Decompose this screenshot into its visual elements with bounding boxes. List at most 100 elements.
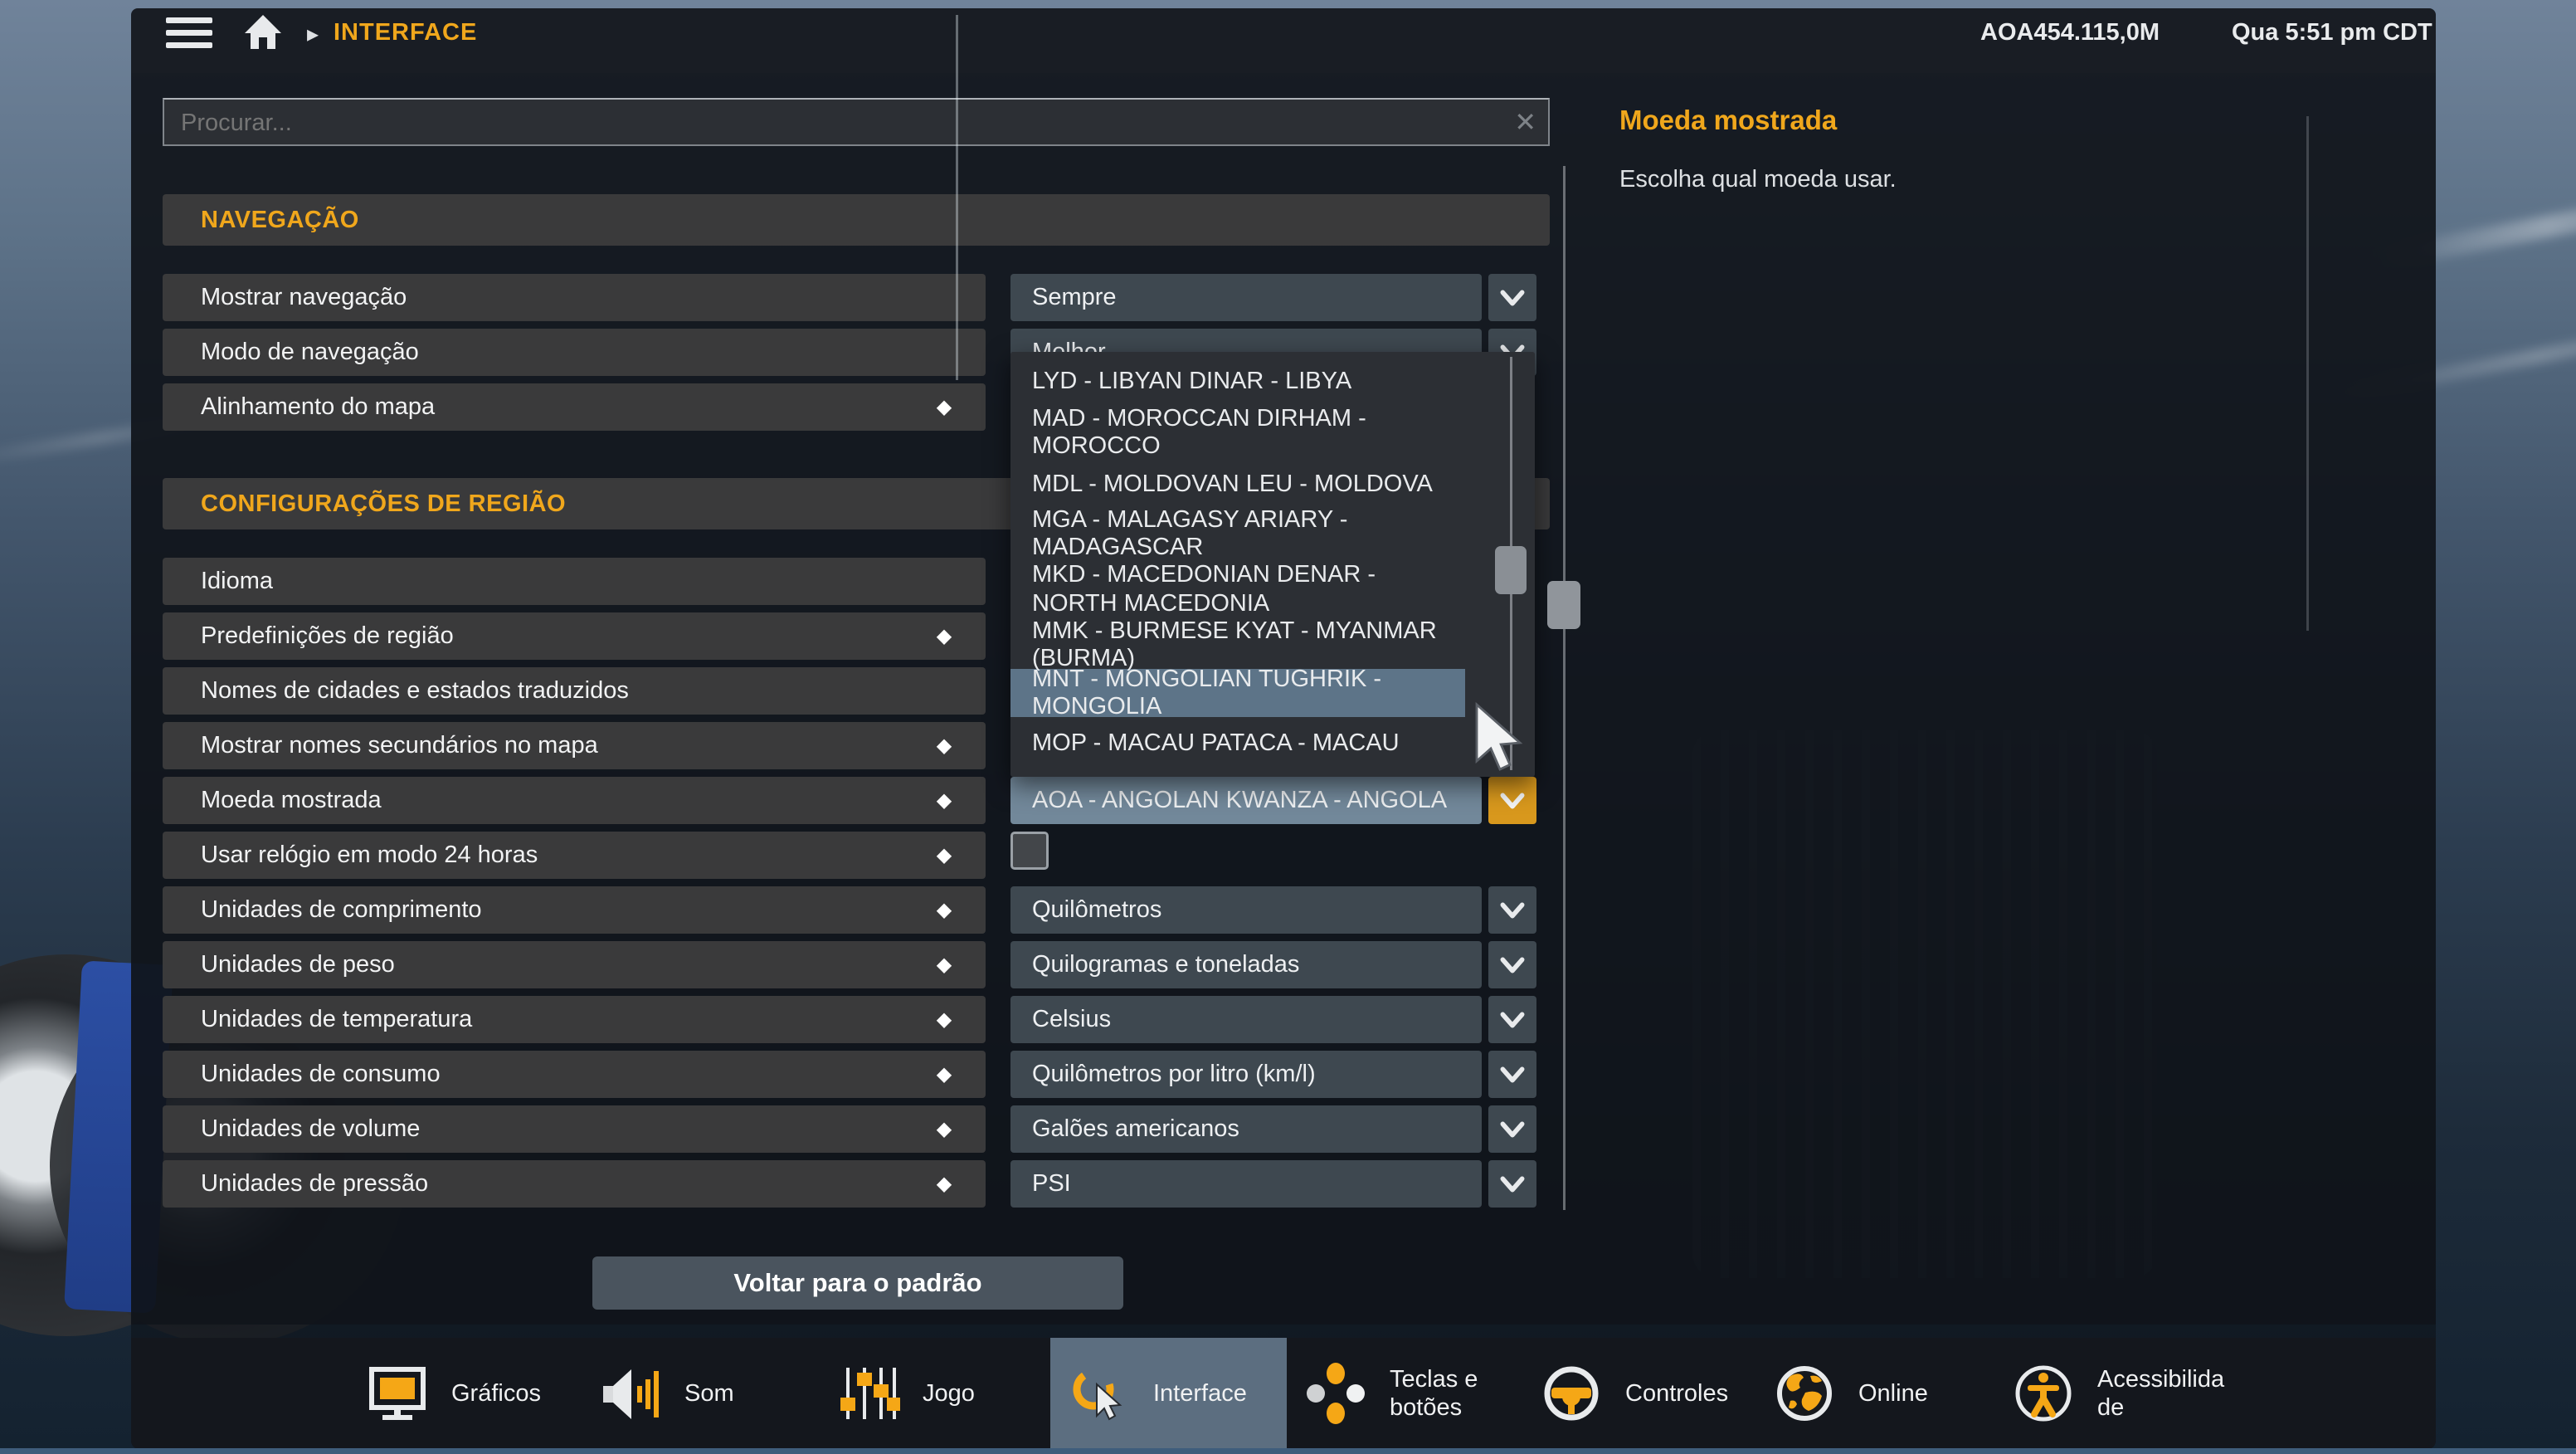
temp-units-select[interactable]: Celsius	[1010, 996, 1482, 1043]
setting-label-24h-clock[interactable]: Usar relógio em modo 24 horas	[163, 832, 986, 879]
currency-option[interactable]: LYD - LIBYAN DINAR - LIBYA	[1010, 355, 1465, 407]
chevron-down-icon	[1500, 902, 1525, 918]
diamond-icon: ◆	[936, 1063, 952, 1086]
diamond-icon: ◆	[936, 954, 952, 976]
setting-label-volume-units[interactable]: Unidades de volume	[163, 1105, 986, 1153]
select-value: Celsius	[1032, 1006, 1112, 1032]
setting-label-region-presets[interactable]: Predefinições de região	[163, 612, 986, 660]
diamond-icon: ◆	[936, 899, 952, 921]
weight-units-select[interactable]: Quilogramas e toneladas	[1010, 941, 1482, 988]
setting-label-text: Unidades de comprimento	[201, 896, 482, 923]
currency-option[interactable]: MKD - MACEDONIAN DENAR - NORTH MACEDONIA	[1010, 558, 1465, 621]
page-scrollbar-track[interactable]	[1563, 166, 1566, 1210]
tab-som[interactable]: Som	[598, 1338, 734, 1449]
tab-online[interactable]: Online	[1772, 1338, 1928, 1449]
setting-label-weight-units[interactable]: Unidades de peso	[163, 941, 986, 988]
setting-label-translated-names[interactable]: Nomes de cidades e estados traduzidos	[163, 667, 986, 715]
diamond-icon: ◆	[936, 1008, 952, 1031]
show-nav-select[interactable]: Sempre	[1010, 274, 1482, 321]
chevron-down-icon	[1500, 290, 1525, 305]
volume-units-select[interactable]: Galões americanos	[1010, 1105, 1482, 1153]
setting-label-language[interactable]: Idioma	[163, 558, 986, 605]
home-button[interactable]	[242, 12, 284, 53]
mouse-cursor	[1475, 701, 1523, 771]
breadcrumb: INTERFACE	[334, 19, 478, 46]
setting-label-text: Unidades de volume	[201, 1115, 421, 1142]
select-value: Sempre	[1032, 284, 1117, 310]
consumption-units-select-button[interactable]	[1488, 1051, 1536, 1098]
tab-label: Som	[684, 1380, 734, 1407]
tab-graficos[interactable]: Gráficos	[365, 1338, 541, 1449]
setting-label-currency[interactable]: Moeda mostrada	[163, 777, 986, 824]
currency-option[interactable]: MGA - MALAGASY ARIARY - MADAGASCAR	[1010, 506, 1465, 560]
setting-label-consumption-units[interactable]: Unidades de consumo	[163, 1051, 986, 1098]
consumption-units-select[interactable]: Quilômetros por litro (km/l)	[1010, 1051, 1482, 1098]
accessibility-icon	[2015, 1365, 2072, 1422]
length-units-select-button[interactable]	[1488, 886, 1536, 934]
setting-label-text: Mostrar navegação	[201, 284, 407, 310]
tab-jogo[interactable]: Jogo	[836, 1338, 975, 1449]
page-scrollbar-thumb[interactable]	[1547, 581, 1580, 629]
diamond-icon: ◆	[936, 734, 952, 757]
length-units-select[interactable]: Quilômetros	[1010, 886, 1482, 934]
currency-option[interactable]: MDL - MOLDOVAN LEU - MOLDOVA	[1010, 458, 1465, 510]
setting-label-text: Unidades de pressão	[201, 1170, 429, 1197]
tab-acessibilidade[interactable]: Acessibilida de	[2011, 1338, 2224, 1449]
chevron-down-icon	[1500, 1176, 1525, 1192]
setting-label-nav-mode[interactable]: Modo de navegação	[163, 329, 986, 376]
diamond-icon: ◆	[936, 789, 952, 812]
cursor-click-icon	[1073, 1369, 1122, 1421]
currency-option[interactable]: MMK - BURMESE KYAT - MYANMAR (BURMA)	[1010, 617, 1465, 671]
currency-option[interactable]: MAD - MOROCCAN DIRHAM - MOROCCO	[1010, 405, 1465, 459]
menu-icon[interactable]	[166, 17, 212, 49]
setting-label-length-units[interactable]: Unidades de comprimento	[163, 886, 986, 934]
setting-label-text: Idioma	[201, 568, 274, 594]
sliders-icon	[840, 1368, 900, 1419]
chevron-down-icon	[1500, 793, 1525, 808]
diamond-icon: ◆	[936, 1173, 952, 1195]
scene-bottom-stripe	[0, 1448, 2576, 1454]
menu-bar	[166, 17, 212, 23]
select-value: Quilômetros	[1032, 896, 1162, 923]
game-datetime: Qua 5:51 pm CDT	[2232, 19, 2432, 46]
antenna-line	[2306, 116, 2309, 631]
currency-option-highlighted[interactable]: MNT - MONGOLIAN TUGHRIK - MONGOLIA	[1010, 666, 1465, 720]
pressure-units-select[interactable]: PSI	[1010, 1160, 1482, 1208]
globe-icon	[1777, 1366, 1832, 1421]
setting-label-text: Unidades de temperatura	[201, 1006, 473, 1032]
volume-units-select-button[interactable]	[1488, 1105, 1536, 1153]
setting-label-secondary-names[interactable]: Mostrar nomes secundários no mapa	[163, 722, 986, 769]
reset-to-default-button[interactable]: Voltar para o padrão	[592, 1256, 1123, 1310]
settings-tab-bar: Gráficos Som Jogo Interface Teclas e bot…	[131, 1338, 2436, 1449]
temp-units-select-button[interactable]	[1488, 996, 1536, 1043]
select-value: AOA - ANGOLAN KWANZA - ANGOLA	[1032, 787, 1448, 813]
tab-interface[interactable]: Interface	[1050, 1338, 1287, 1449]
section-header-navigation: NAVEGAÇÃO	[163, 194, 1550, 246]
setting-label-pressure-units[interactable]: Unidades de pressão	[163, 1160, 986, 1208]
setting-label-temp-units[interactable]: Unidades de temperatura	[163, 996, 986, 1043]
side-panel-description: Escolha qual moeda usar.	[1619, 166, 1897, 193]
setting-label-text: Unidades de peso	[201, 951, 395, 978]
setting-label-text: Unidades de consumo	[201, 1061, 441, 1087]
tab-label: Jogo	[923, 1380, 975, 1407]
show-nav-select-button[interactable]	[1488, 274, 1536, 321]
setting-label-text: Moeda mostrada	[201, 787, 382, 813]
tab-controles[interactable]: Controles	[1539, 1338, 1728, 1449]
clear-search-icon[interactable]: ✕	[1514, 106, 1536, 138]
currency-select[interactable]: AOA - ANGOLAN KWANZA - ANGOLA	[1010, 777, 1482, 824]
speaker-icon	[603, 1369, 659, 1419]
dropdown-scrollbar-thumb[interactable]	[1495, 546, 1527, 594]
search-input[interactable]	[179, 100, 1477, 146]
24h-clock-checkbox[interactable]	[1010, 832, 1049, 870]
setting-label-map-align[interactable]: Alinhamento do mapa	[163, 383, 986, 431]
tab-label: Acessibilida	[2097, 1366, 2225, 1393]
player-money: AOA454.115,0M	[1980, 19, 2160, 46]
currency-option[interactable]: MOP - MACAU PATACA - MACAU	[1010, 717, 1465, 768]
setting-label-text: Predefinições de região	[201, 622, 454, 649]
pressure-units-select-button[interactable]	[1488, 1160, 1536, 1208]
tab-teclas-e-botoes[interactable]: Teclas e botões	[1303, 1338, 1478, 1449]
weight-units-select-button[interactable]	[1488, 941, 1536, 988]
diamond-icon: ◆	[936, 625, 952, 647]
setting-label-show-nav[interactable]: Mostrar navegação	[163, 274, 986, 321]
select-value: Quilogramas e toneladas	[1032, 951, 1300, 978]
